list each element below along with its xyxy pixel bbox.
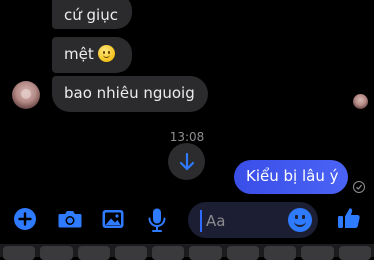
arrow-down-icon <box>179 152 194 170</box>
keyboard-key[interactable] <box>152 246 185 260</box>
thumbs-up-icon <box>338 208 360 228</box>
photo-gallery-button[interactable] <box>101 207 125 231</box>
plus-icon <box>14 208 36 230</box>
keyboard-key[interactable] <box>264 246 297 260</box>
like-button[interactable] <box>336 205 362 231</box>
contact-avatar[interactable] <box>12 81 40 109</box>
message-timestamp: 13:08 <box>169 130 205 144</box>
camera-icon <box>58 211 82 228</box>
camera-button[interactable] <box>57 207 83 231</box>
keyboard-top-row <box>0 244 374 260</box>
message-bubble-sent[interactable]: Kiểu bị lâu ý <box>234 160 348 194</box>
keyboard-key[interactable] <box>301 246 334 260</box>
sent-check-icon <box>353 181 365 193</box>
message-bubble-received[interactable]: cứ giục <box>52 0 132 29</box>
keyboard-key[interactable] <box>77 246 110 260</box>
message-text: bao nhiêu nguoig <box>64 84 195 102</box>
message-bubble-received[interactable]: bao nhiêu nguoig <box>52 76 208 112</box>
message-composer[interactable] <box>188 202 318 238</box>
scroll-to-bottom-button[interactable] <box>168 143 205 180</box>
more-actions-button[interactable] <box>13 207 37 231</box>
keyboard-key[interactable] <box>114 246 148 260</box>
message-input[interactable] <box>200 210 288 232</box>
keyboard-key[interactable] <box>226 246 260 260</box>
emoji-icon[interactable] <box>288 208 312 232</box>
keyboard-key[interactable] <box>40 246 73 260</box>
seen-avatar <box>353 94 368 109</box>
keyboard-key[interactable] <box>189 246 222 260</box>
message-text: mệt <box>64 45 94 63</box>
message-bubble-received[interactable]: mệt <box>52 37 132 73</box>
message-text: cứ giục <box>64 6 118 24</box>
keyboard-key[interactable] <box>338 246 371 260</box>
microphone-icon <box>148 208 166 232</box>
message-text: Kiểu bị lâu ý <box>246 167 339 185</box>
photo-icon <box>102 210 124 228</box>
keyboard-key[interactable] <box>3 246 36 260</box>
voice-record-button[interactable] <box>146 207 168 233</box>
slightly-smiling-face-icon <box>97 45 115 62</box>
